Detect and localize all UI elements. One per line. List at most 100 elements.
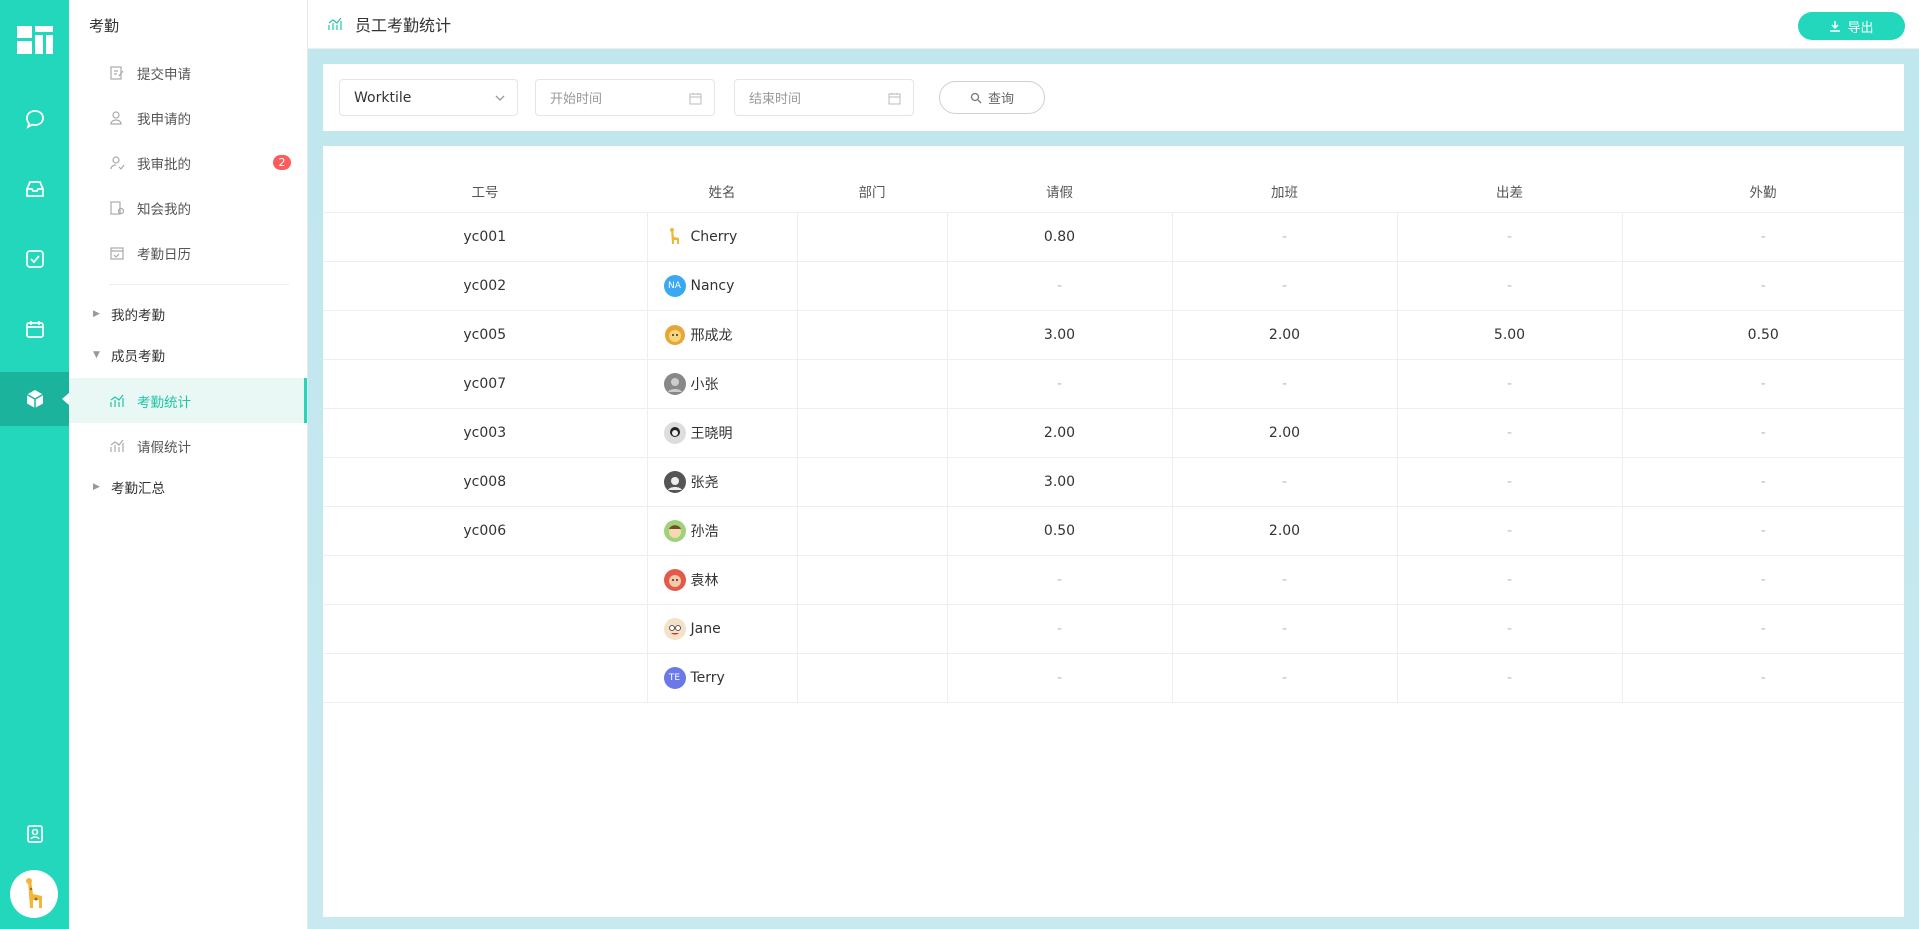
search-icon xyxy=(970,92,982,104)
name-with-avatar[interactable]: TE Terry xyxy=(648,666,797,689)
sidebar-item-attendance-calendar[interactable]: 考勤日历 xyxy=(69,230,307,275)
column-header-name[interactable]: 姓名 xyxy=(647,170,797,213)
cell-overtime: - xyxy=(1171,359,1397,409)
cell-name: NA Nancy xyxy=(646,261,797,311)
cell-dept xyxy=(796,310,947,360)
avatar xyxy=(663,470,686,493)
app-logo-icon[interactable] xyxy=(17,26,53,54)
column-header-leave[interactable]: 请假 xyxy=(947,170,1172,213)
chart-trend-icon xyxy=(109,393,125,409)
cell-field: - xyxy=(1621,604,1904,654)
export-button[interactable]: 导出 xyxy=(1798,12,1905,40)
caret-down-icon: ▼ xyxy=(93,350,100,360)
cell-overtime: - xyxy=(1171,261,1397,311)
name-with-avatar[interactable]: 王晓明 xyxy=(648,421,797,444)
chart-trend-icon xyxy=(327,16,343,32)
name-with-avatar[interactable]: 孙浩 xyxy=(648,519,797,542)
user-request-icon xyxy=(109,110,125,126)
column-header-overtime[interactable]: 加班 xyxy=(1172,170,1397,213)
sidebar-item-leave-stats[interactable]: 请假统计 xyxy=(69,423,307,468)
employee-name: 张尧 xyxy=(690,474,719,491)
name-with-avatar[interactable]: 袁林 xyxy=(648,568,797,591)
cell-overtime: - xyxy=(1171,653,1397,703)
sidebar-item-my-requests[interactable]: 我申请的 xyxy=(69,95,307,140)
name-with-avatar[interactable]: Cherry xyxy=(648,226,797,248)
group-member-attendance[interactable]: ▼ 成员考勤 xyxy=(69,336,307,374)
sidebar-item-label: 请假统计 xyxy=(137,439,191,456)
cell-overtime: - xyxy=(1171,555,1397,605)
group-label: 考勤汇总 xyxy=(111,481,165,497)
cell-dept xyxy=(796,359,947,409)
name-with-avatar[interactable]: 邢成龙 xyxy=(648,324,797,346)
nav-messages[interactable] xyxy=(0,92,69,146)
caret-right-icon: ▶ xyxy=(93,482,100,492)
name-with-avatar[interactable]: 小张 xyxy=(648,372,797,395)
cell-name: Cherry xyxy=(646,212,797,262)
cell-dept xyxy=(796,408,947,458)
cell-trip: - xyxy=(1396,604,1622,654)
avatar xyxy=(663,568,686,591)
sidebar-item-label: 考勤统计 xyxy=(137,394,191,411)
cell-leave: 2.00 xyxy=(946,408,1172,458)
cell-trip: - xyxy=(1396,212,1622,262)
cell-trip: - xyxy=(1396,408,1622,458)
cell-employee-id: yc003 xyxy=(323,408,647,458)
cell-overtime: 2.00 xyxy=(1171,310,1397,360)
table-row: yc007 小张 - - - - xyxy=(323,359,1904,409)
cell-trip: 5.00 xyxy=(1396,310,1622,360)
start-date-placeholder: 开始时间 xyxy=(550,92,603,107)
cell-field: - xyxy=(1621,408,1904,458)
employee-name: 孙浩 xyxy=(690,523,719,540)
column-header-field[interactable]: 外勤 xyxy=(1622,170,1904,213)
name-with-avatar[interactable]: 张尧 xyxy=(648,470,797,493)
nav-attendance[interactable] xyxy=(0,372,69,426)
nav-inbox[interactable] xyxy=(0,162,69,216)
org-select[interactable]: Worktile xyxy=(339,79,518,116)
column-header-id[interactable]: 工号 xyxy=(323,170,647,213)
avatar xyxy=(663,519,686,542)
cell-leave: - xyxy=(946,359,1172,409)
sidebar-item-my-approvals[interactable]: 我审批的 2 xyxy=(69,140,307,185)
name-with-avatar[interactable]: Jane xyxy=(648,617,797,640)
filter-panel: Worktile 开始时间 结束时间 查询 xyxy=(323,64,1904,131)
sidebar-item-attendance-stats[interactable]: 考勤统计 xyxy=(69,378,307,423)
name-with-avatar[interactable]: NA Nancy xyxy=(648,274,797,297)
employee-name: Jane xyxy=(690,620,721,637)
cell-dept xyxy=(796,457,947,507)
cell-overtime: - xyxy=(1171,457,1397,507)
search-button[interactable]: 查询 xyxy=(939,81,1045,114)
nav-calendar[interactable] xyxy=(0,302,69,356)
cell-employee-id: yc005 xyxy=(323,310,647,360)
attendance-stats-table: 工号 姓名 部门 请假 加班 出差 外勤 yc001 Cherry 0.80- - - y… xyxy=(323,170,1904,703)
cell-field: - xyxy=(1621,653,1904,703)
cell-employee-id: yc002 xyxy=(323,261,647,311)
table-row: yc005 邢成龙 3.00 2.00 5.00 0.50 xyxy=(323,310,1904,360)
column-header-dept[interactable]: 部门 xyxy=(797,170,947,213)
cell-dept xyxy=(796,261,947,311)
cell-trip: - xyxy=(1396,555,1622,605)
current-user-avatar[interactable] xyxy=(10,870,58,918)
chart-trend-icon xyxy=(109,438,125,454)
cell-name: 孙浩 xyxy=(646,506,797,556)
avatar xyxy=(663,372,686,395)
employee-name: 袁林 xyxy=(690,572,719,589)
group-attendance-summary[interactable]: ▶ 考勤汇总 xyxy=(69,468,307,506)
cell-leave: - xyxy=(946,604,1172,654)
download-icon xyxy=(1829,20,1841,32)
nav-tasks[interactable] xyxy=(0,232,69,286)
notify-doc-icon xyxy=(109,200,125,216)
cell-dept xyxy=(796,604,947,654)
column-header-trip[interactable]: 出差 xyxy=(1397,170,1622,213)
sidebar-item-submit-request[interactable]: 提交申请 xyxy=(69,50,307,95)
group-label: 我的考勤 xyxy=(111,308,165,324)
cell-name: 王晓明 xyxy=(646,408,797,458)
group-my-attendance[interactable]: ▶ 我的考勤 xyxy=(69,295,307,333)
avatar xyxy=(664,324,686,346)
sidebar-item-cc-me[interactable]: 知会我的 xyxy=(69,185,307,230)
nav-contacts[interactable] xyxy=(0,807,69,861)
start-date-input[interactable]: 开始时间 xyxy=(535,79,715,116)
end-date-input[interactable]: 结束时间 xyxy=(734,79,914,116)
checkbox-icon xyxy=(25,250,44,268)
cell-field: - xyxy=(1621,457,1904,507)
page-header: 员工考勤统计 导出 xyxy=(308,0,1919,49)
